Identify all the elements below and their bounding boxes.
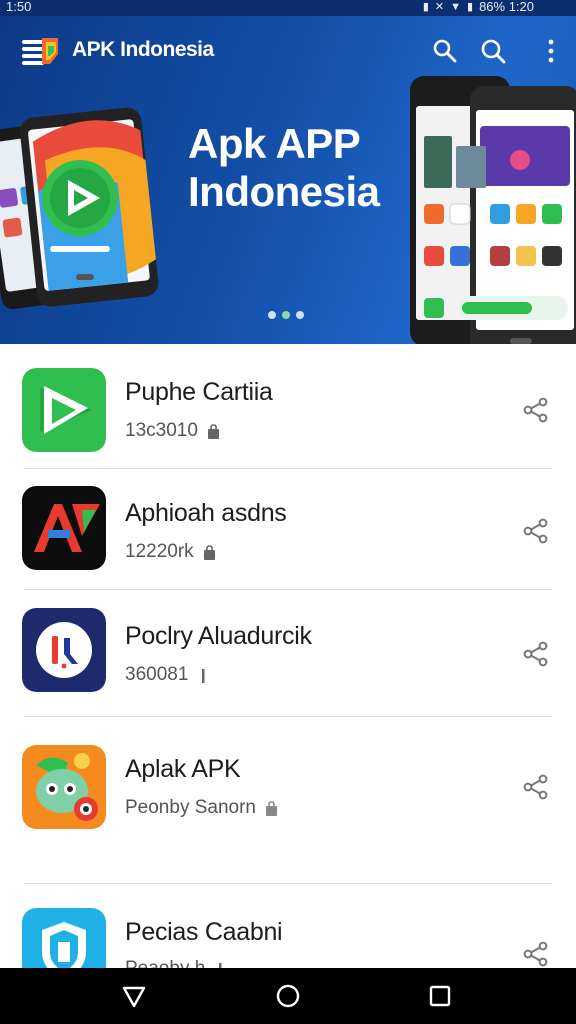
app-meta: Peonby Sanorn — [125, 797, 277, 819]
blue-circle-app-icon[interactable] — [22, 608, 106, 692]
share-icon[interactable] — [522, 940, 550, 968]
list-item[interactable]: Aplak APK Peonby Sanorn — [0, 717, 576, 883]
signal-icon: ▼ — [450, 1, 461, 13]
status-time: 1:50 — [6, 0, 32, 14]
app-meta-text: 13c3010 — [125, 420, 198, 441]
app-meta-text: Peonby Sanorn — [125, 797, 256, 818]
more-vert-icon[interactable] — [538, 38, 564, 64]
play-arrow-app-icon[interactable] — [22, 368, 106, 452]
vibrate-icon: ▮ — [422, 1, 429, 13]
app-meta: 360081 — [125, 664, 209, 686]
app-meta-text: Peaoby h — [125, 958, 205, 968]
cartoon-face-app-icon[interactable] — [22, 745, 106, 829]
list-item[interactable]: Puphe Cartiia 13c3010 — [0, 344, 576, 468]
search-icon[interactable] — [432, 38, 458, 64]
app-meta: 13c3010 — [125, 420, 219, 442]
bar-icon — [202, 668, 205, 683]
share-icon[interactable] — [522, 773, 550, 801]
app-name: Aplak APK — [125, 755, 241, 783]
share-icon[interactable] — [522, 640, 550, 668]
hero-banner[interactable]: APK Indonesia Apk APP Indonesia — [0, 16, 576, 344]
lock-icon — [266, 800, 277, 816]
hero-headline-line1: Apk APP — [188, 120, 361, 167]
search-icon[interactable] — [480, 38, 506, 64]
a-letter-app-icon[interactable] — [22, 486, 106, 570]
carousel-dot[interactable] — [296, 311, 304, 319]
carousel-dot[interactable] — [268, 311, 276, 319]
app-name: Aphioah asdns — [125, 499, 287, 527]
navigation-bar — [0, 968, 576, 1024]
wifi-off-icon: ✕ — [434, 1, 445, 13]
back-icon[interactable] — [120, 982, 148, 1010]
status-icons: ▮ ✕ ▼ ▮ 86% 1:20 — [423, 0, 534, 14]
share-icon[interactable] — [522, 396, 550, 424]
battery-icon: ▮ — [467, 1, 474, 13]
phone-illustration-right — [410, 76, 576, 344]
carousel-dot-active[interactable] — [282, 311, 290, 319]
list-item[interactable]: Pecias Caabni Peaoby h — [0, 884, 576, 968]
list-item[interactable]: Aphioah asdns 12220rk — [0, 469, 576, 589]
phone-illustration-left — [0, 107, 159, 310]
hero-headline-line2: Indonesia — [188, 168, 380, 215]
lock-icon — [203, 544, 215, 560]
app-name: Puphe Cartiia — [125, 378, 273, 406]
share-icon[interactable] — [522, 517, 550, 545]
carousel-indicator[interactable] — [268, 311, 304, 319]
app-meta-text: 360081 — [125, 664, 189, 685]
home-icon[interactable] — [274, 982, 302, 1010]
app-meta-text: 12220rk — [125, 541, 194, 562]
shield-app-icon[interactable] — [22, 908, 106, 968]
app-title: APK Indonesia — [72, 38, 214, 61]
hero-headline: Apk APP Indonesia — [188, 120, 380, 216]
recents-icon[interactable] — [426, 982, 454, 1010]
status-bar: 1:50 ▮ ✕ ▼ ▮ 86% 1:20 — [0, 0, 576, 16]
app-logo-icon[interactable] — [20, 34, 62, 68]
list-item[interactable]: Poclry Aluadurcik 360081 — [0, 590, 576, 716]
app-meta: Peaoby h — [125, 958, 226, 968]
app-meta: 12220rk — [125, 541, 215, 563]
app-name: Pecias Caabni — [125, 918, 283, 946]
status-right-text: 86% 1:20 — [479, 0, 534, 14]
lock-icon — [207, 423, 219, 439]
app-name: Poclry Aluadurcik — [125, 622, 312, 650]
app-list: Puphe Cartiia 13c3010 Aphioah asdns 1222… — [0, 344, 576, 968]
